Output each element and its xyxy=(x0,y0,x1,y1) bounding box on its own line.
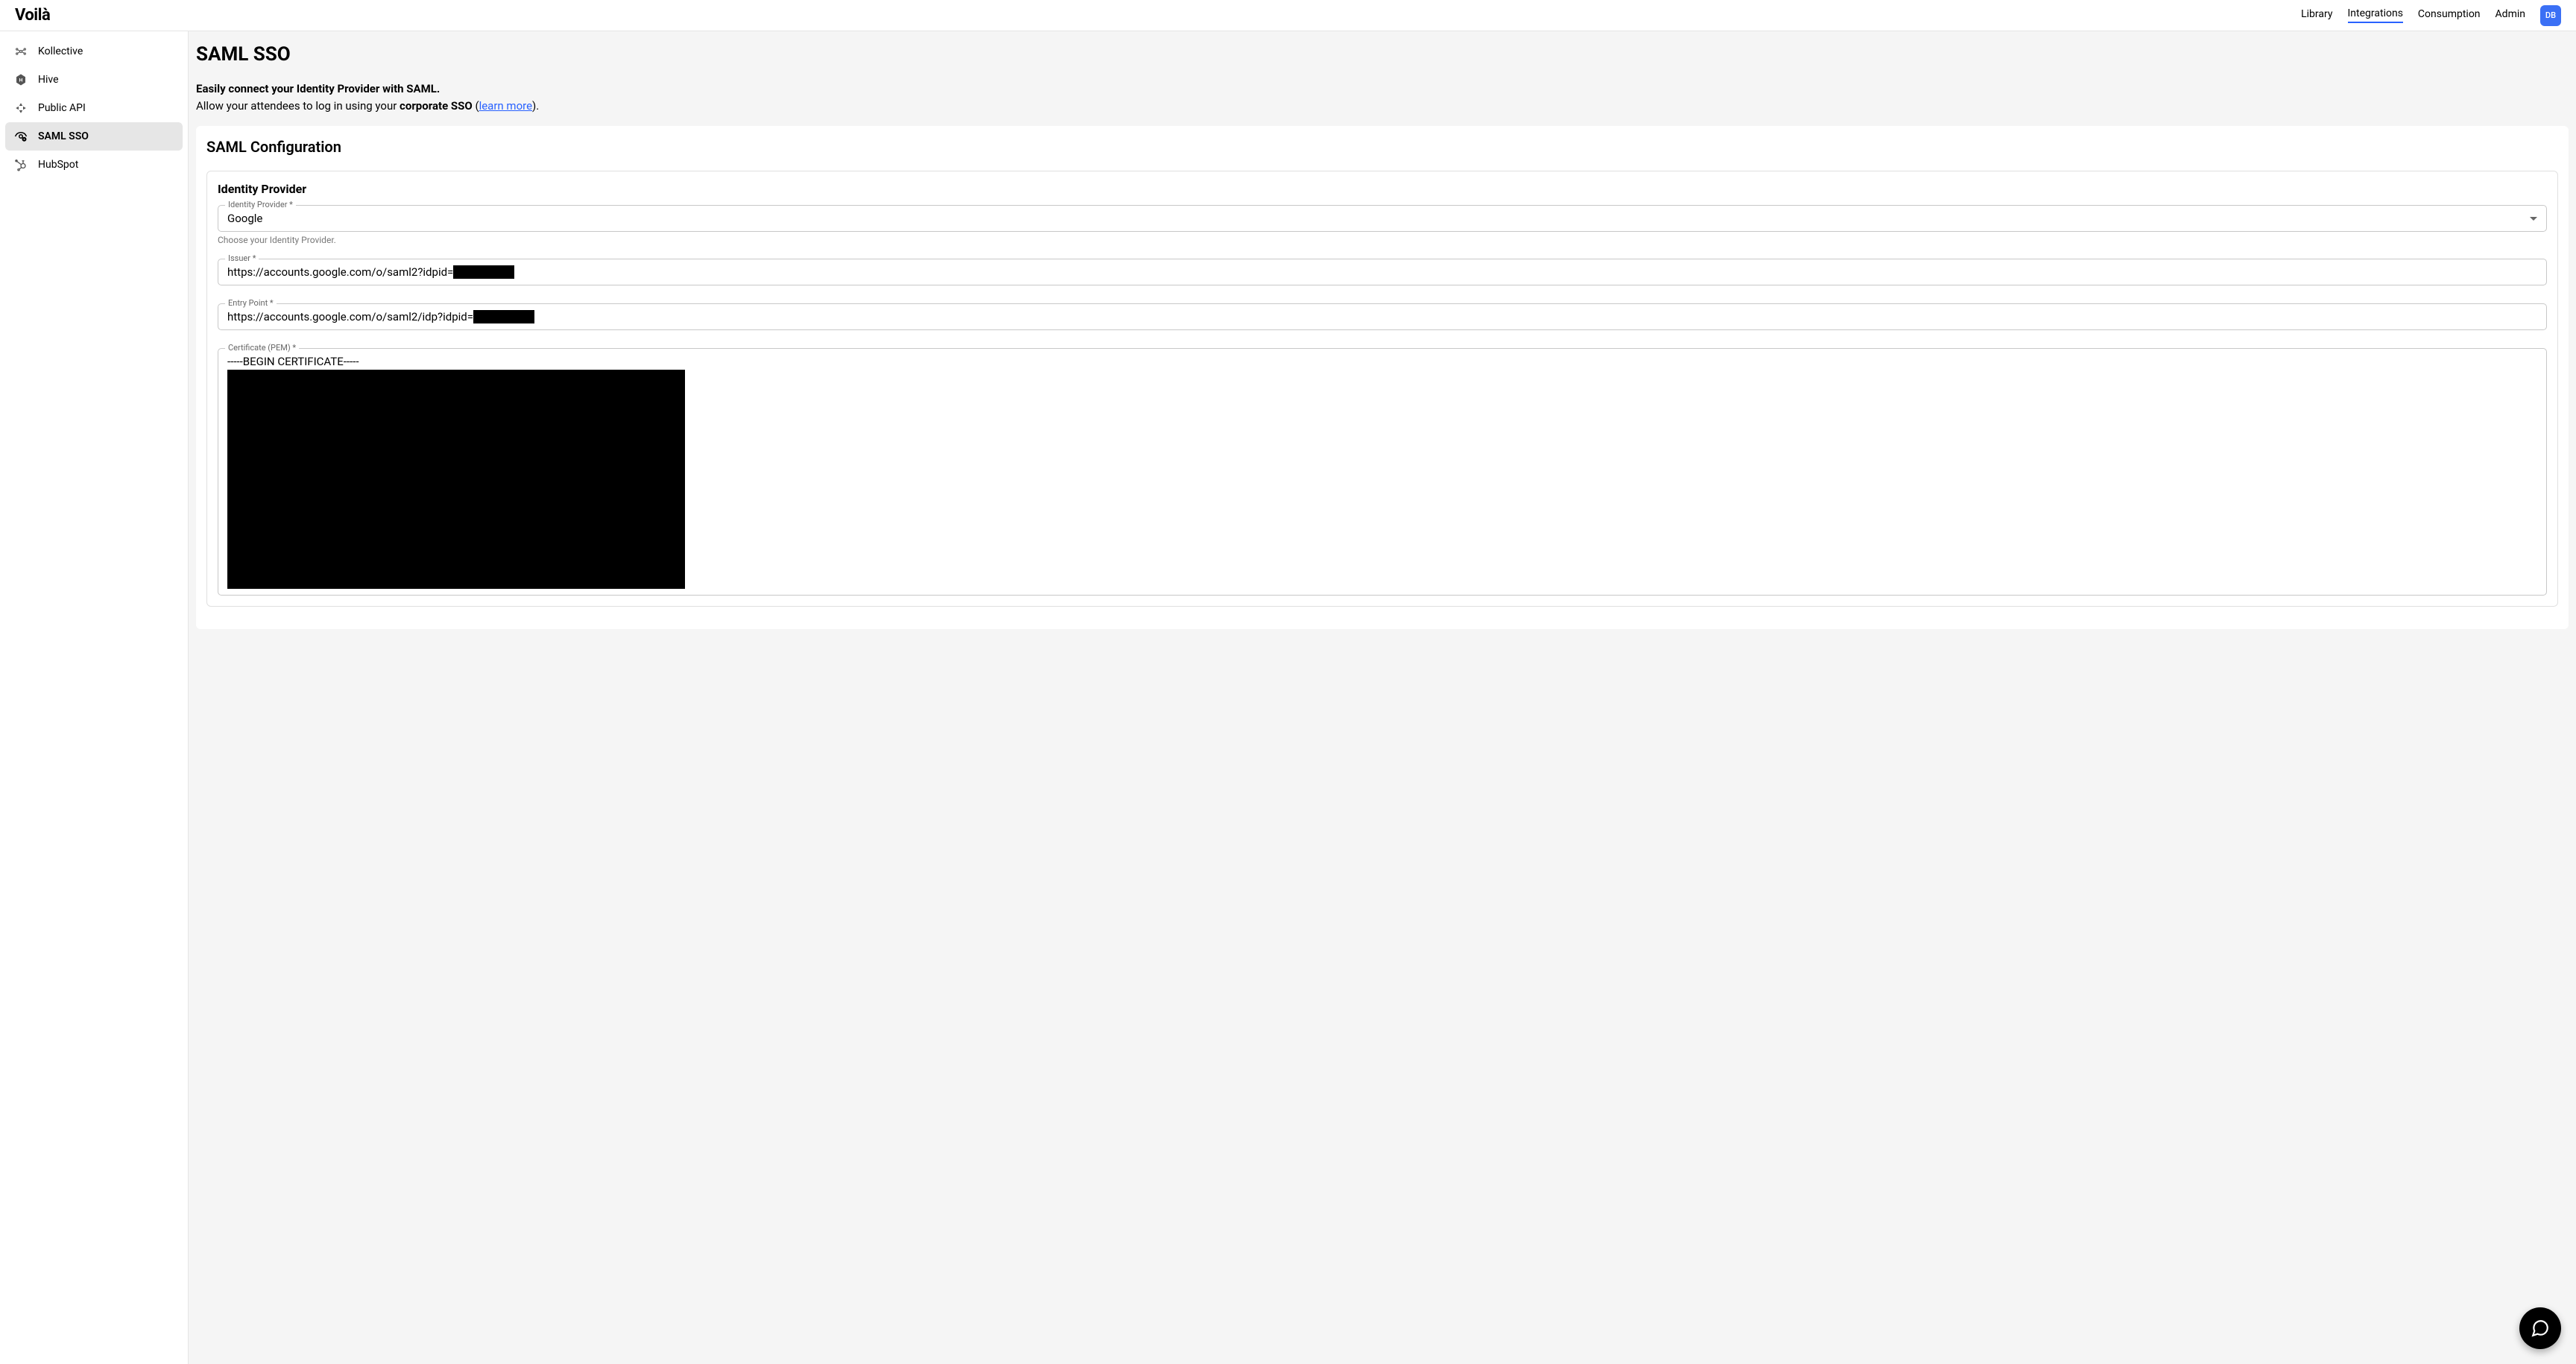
certificate-field: Certificate (PEM) * -----BEGIN CERTIFICA… xyxy=(218,348,2547,596)
issuer-field: Issuer * https://accounts.google.com/o/s… xyxy=(218,259,2547,285)
sidebar-item-public-api[interactable]: Public API xyxy=(5,94,183,122)
sidebar-item-kollective[interactable]: Kollective xyxy=(5,37,183,66)
entry-point-input[interactable]: https://accounts.google.com/o/saml2/idp?… xyxy=(218,303,2547,330)
panel-title: Identity Provider xyxy=(218,182,2547,196)
page-title: SAML SSO xyxy=(196,43,2569,66)
field-label: Certificate (PEM) * xyxy=(225,343,299,353)
chat-icon xyxy=(2531,1319,2550,1338)
top-nav: Library Integrations Consumption Admin D… xyxy=(2301,5,2561,26)
field-label: Entry Point * xyxy=(225,298,277,308)
svg-text:H: H xyxy=(19,77,23,83)
nav-integrations[interactable]: Integrations xyxy=(2348,7,2403,23)
identity-provider-select[interactable]: Google xyxy=(218,205,2547,232)
identity-provider-field: Identity Provider * Google xyxy=(218,205,2547,232)
sidebar-item-label: Public API xyxy=(38,102,86,114)
redacted-block xyxy=(453,265,514,279)
sso-icon xyxy=(14,130,28,143)
sidebar-item-label: HubSpot xyxy=(38,159,78,171)
page-intro: Easily connect your Identity Provider wi… xyxy=(196,80,2569,114)
config-card: SAML Configuration Identity Provider Ide… xyxy=(196,126,2569,629)
cert-begin-line: -----BEGIN CERTIFICATE----- xyxy=(227,355,2537,368)
field-label: Identity Provider * xyxy=(225,200,296,209)
intro-line: Allow your attendees to log in using you… xyxy=(196,98,2569,115)
card-title: SAML Configuration xyxy=(206,138,2558,156)
sidebar-item-hubspot[interactable]: HubSpot xyxy=(5,151,183,179)
sidebar-item-saml-sso[interactable]: SAML SSO xyxy=(5,122,183,151)
chevron-down-icon xyxy=(2530,217,2537,221)
sidebar-item-hive[interactable]: H Hive xyxy=(5,66,183,94)
identity-provider-panel: Identity Provider Identity Provider * Go… xyxy=(206,171,2558,607)
nav-consumption[interactable]: Consumption xyxy=(2418,8,2481,22)
user-avatar[interactable]: DB xyxy=(2540,5,2561,26)
redacted-block xyxy=(473,310,534,323)
issuer-input[interactable]: https://accounts.google.com/o/saml2?idpi… xyxy=(218,259,2547,285)
help-fab[interactable] xyxy=(2519,1307,2561,1349)
sidebar: Kollective H Hive Public API SAML SSO Hu… xyxy=(0,31,189,1364)
main-content: SAML SSO Easily connect your Identity Pr… xyxy=(189,31,2576,1364)
sidebar-item-label: SAML SSO xyxy=(38,130,89,142)
topbar: Voilà Library Integrations Consumption A… xyxy=(0,0,2576,31)
nav-library[interactable]: Library xyxy=(2301,8,2332,22)
sidebar-item-label: Hive xyxy=(38,74,59,86)
kollective-icon xyxy=(14,45,28,58)
select-value: Google xyxy=(227,212,2530,225)
brand-logo: Voilà xyxy=(15,6,50,25)
sidebar-item-label: Kollective xyxy=(38,45,83,57)
issuer-prefix: https://accounts.google.com/o/saml2?idpi… xyxy=(227,265,453,279)
certificate-textarea[interactable]: -----BEGIN CERTIFICATE----- xyxy=(218,348,2547,596)
entry-point-field: Entry Point * https://accounts.google.co… xyxy=(218,303,2547,330)
hubspot-icon xyxy=(14,158,28,171)
api-icon xyxy=(14,101,28,115)
redacted-block xyxy=(227,370,685,589)
nav-admin[interactable]: Admin xyxy=(2496,8,2525,22)
entry-point-prefix: https://accounts.google.com/o/saml2/idp?… xyxy=(227,310,473,323)
provider-helper: Choose your Identity Provider. xyxy=(218,235,2547,245)
hive-icon: H xyxy=(14,73,28,86)
intro-headline: Easily connect your Identity Provider wi… xyxy=(196,80,2569,98)
field-label: Issuer * xyxy=(225,253,259,263)
learn-more-link[interactable]: learn more xyxy=(479,99,532,113)
